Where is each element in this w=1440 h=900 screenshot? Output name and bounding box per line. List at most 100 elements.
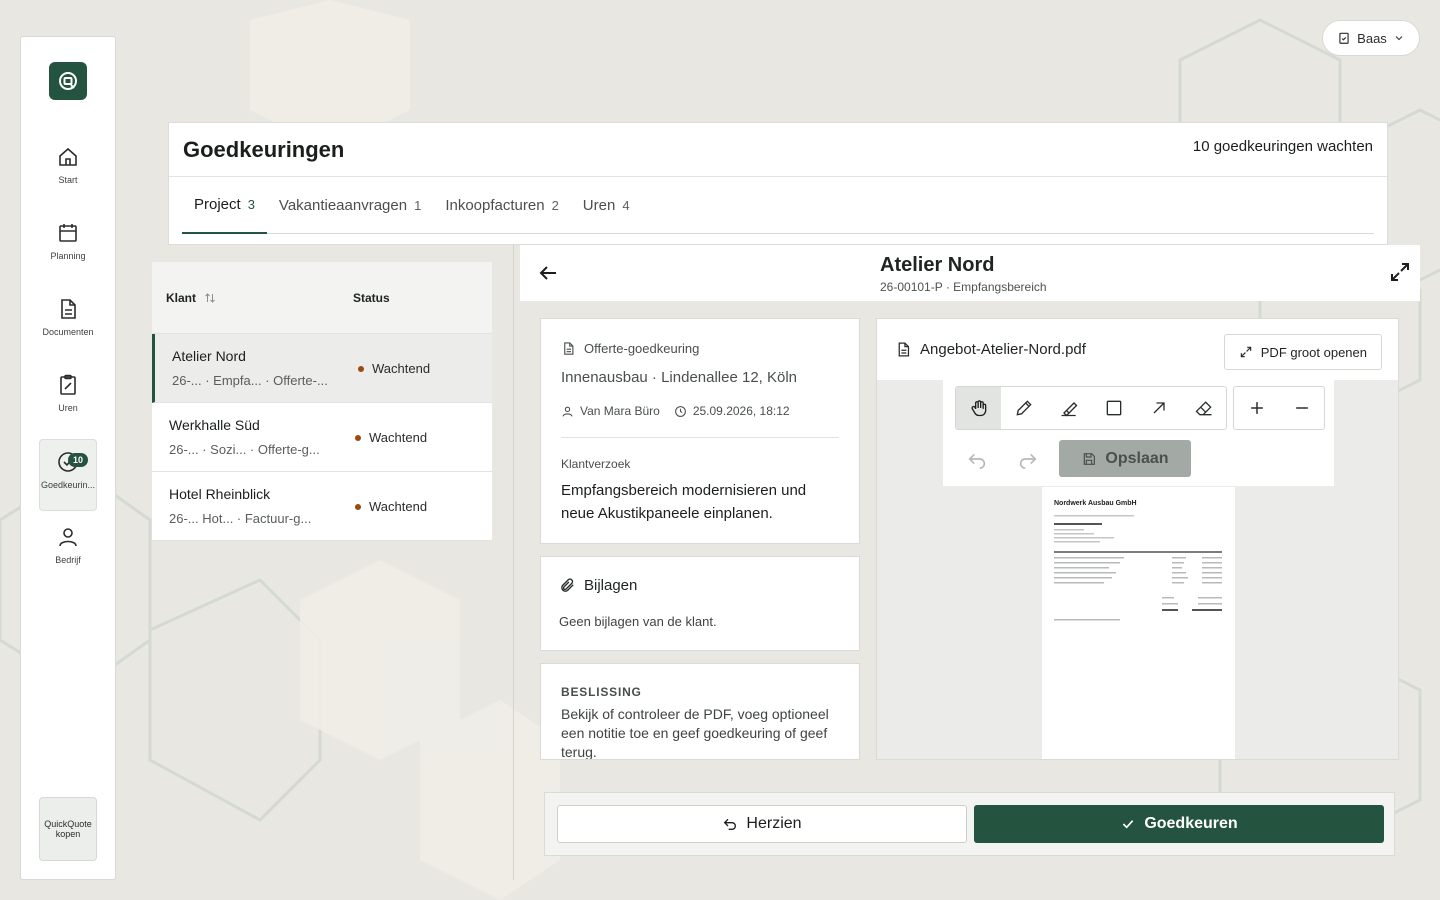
decision-card: BESLISSING Bekijk of controleer de PDF, … xyxy=(540,663,860,760)
pdf-page-company: Nordwerk Ausbau GmbH xyxy=(1054,500,1137,507)
sort-klant-header[interactable]: Klant xyxy=(166,291,216,305)
tab-label: Inkoopfacturen xyxy=(445,196,545,214)
tab-label: Project xyxy=(194,195,241,213)
plus-icon xyxy=(1250,402,1263,414)
tab-count: 4 xyxy=(622,197,630,213)
pdf-filename-label: Angebot-Atelier-Nord.pdf xyxy=(920,341,1086,358)
logo-icon xyxy=(59,72,77,90)
approval-list: Klant Status Atelier Nord 26-... · Empfa… xyxy=(152,262,492,541)
tab-inkoopfacturen[interactable]: Inkoopfacturen 2 xyxy=(433,176,570,234)
list-item[interactable]: Werkhalle Süd 26-... · Sozi... · Offerte… xyxy=(152,403,492,472)
pan-tool[interactable] xyxy=(956,387,1001,429)
approve-label: Goedkeuren xyxy=(1144,815,1238,832)
buy-quickquote-button[interactable]: QuickQuote kopen xyxy=(39,797,97,861)
client-request-label: Klantverzoek xyxy=(561,457,631,471)
review-label: Herzien xyxy=(746,815,802,832)
panel-divider xyxy=(513,245,514,880)
save-button[interactable]: Opslaan xyxy=(1059,440,1191,477)
review-button[interactable]: Herzien xyxy=(557,805,967,843)
approvals-badge: 10 xyxy=(68,453,88,467)
save-icon xyxy=(1084,452,1096,465)
request-author: Van Mara Büro xyxy=(580,404,660,418)
tab-count: 3 xyxy=(247,196,255,212)
square-icon xyxy=(1106,400,1121,416)
document-icon xyxy=(898,342,910,357)
pdf-page: Nordwerk Ausbau GmbH xyxy=(1042,487,1235,759)
open-pdf-button[interactable]: PDF groot openen xyxy=(1223,334,1382,370)
status-label: Wachtend xyxy=(369,430,428,445)
role-label: Baas xyxy=(1357,30,1387,46)
sidebar-item-start[interactable]: Start xyxy=(39,135,97,207)
sidebar-item-label: Uren xyxy=(58,403,78,413)
row-client-name: Atelier Nord xyxy=(172,348,246,364)
status-badge: Wachtend xyxy=(355,430,427,445)
list-item[interactable]: Hotel Rheinblick 26-... Hot... · Factuur… xyxy=(152,472,492,541)
status-dot xyxy=(355,503,361,510)
back-arrow-icon[interactable] xyxy=(536,261,560,285)
request-title: Innenausbau · Lindenallee 12, Köln xyxy=(561,369,798,386)
column-header-klant: Klant xyxy=(166,291,196,305)
sidebar-item-label: Start xyxy=(58,175,78,185)
row-client-name: Hotel Rheinblick xyxy=(169,486,271,502)
pdf-page-content xyxy=(1054,515,1222,621)
list-item[interactable]: Atelier Nord 26-... · Empfa... · Offerte… xyxy=(152,334,492,403)
rectangle-tool[interactable] xyxy=(1091,387,1136,429)
open-pdf-label: PDF groot openen xyxy=(1260,344,1367,360)
sidebar-item-bedrijf[interactable]: Bedrijf xyxy=(39,515,97,587)
minus-icon xyxy=(1295,407,1308,409)
sort-icon xyxy=(205,293,215,303)
undo-icon[interactable] xyxy=(965,448,989,470)
detail-subtitle: 26-00101-P · Empfangsbereich xyxy=(880,280,1047,294)
sidebar-item-label: Documenten xyxy=(42,327,94,337)
user-icon xyxy=(562,406,573,417)
sidebar: Start Planning Documenten Uren 10 Goedke… xyxy=(20,36,116,880)
undo-icon xyxy=(724,818,737,830)
zoom-in-button[interactable] xyxy=(1234,387,1279,429)
highlight-tool[interactable] xyxy=(1046,387,1091,429)
request-card: Offerte-goedkeuring Innenausbau · Linden… xyxy=(540,318,860,544)
eraser-tool[interactable] xyxy=(1181,387,1226,429)
status-badge: Wachtend xyxy=(358,361,430,376)
page-title: Goedkeuringen xyxy=(183,137,345,162)
sidebar-item-label: Goedkeurin... xyxy=(40,480,96,490)
decision-label: BESLISSING xyxy=(561,685,642,699)
column-header-status: Status xyxy=(353,291,390,305)
tab-vakantieaanvragen[interactable]: Vakantieaanvragen 1 xyxy=(267,176,433,234)
tab-uren[interactable]: Uren 4 xyxy=(571,176,642,234)
request-meta: Van Mara Büro 25.09.2026, 18:12 xyxy=(561,404,790,418)
pending-count: 10 goedkeuringen wachten xyxy=(1192,138,1373,155)
sidebar-item-planning[interactable]: Planning xyxy=(39,211,97,283)
paperclip-icon xyxy=(561,578,574,592)
sidebar-item-uren[interactable]: Uren xyxy=(39,363,97,435)
clipboard-icon xyxy=(60,374,76,395)
zoom-out-button[interactable] xyxy=(1279,387,1324,429)
detail-title: Atelier Nord xyxy=(880,254,995,276)
clock-icon xyxy=(674,405,686,417)
approve-button[interactable]: Goedkeuren xyxy=(974,805,1384,843)
user-icon xyxy=(59,528,77,547)
role-switcher[interactable]: Baas xyxy=(1322,20,1420,56)
attachments-title: Bijlagen xyxy=(559,577,637,594)
sidebar-item-goedkeuringen[interactable]: 10 Goedkeurin... xyxy=(39,439,97,511)
pdf-filename: Angebot-Atelier-Nord.pdf xyxy=(895,341,1086,358)
attachments-empty: Geen bijlagen van de klant. xyxy=(559,614,717,629)
hand-icon xyxy=(970,400,986,417)
arrow-up-right-icon xyxy=(1153,402,1165,414)
arrow-tool[interactable] xyxy=(1136,387,1181,429)
sidebar-item-documenten[interactable]: Documenten xyxy=(39,287,97,359)
app-logo[interactable] xyxy=(49,62,87,100)
tab-label: Uren xyxy=(582,196,616,214)
tab-label: Vakantieaanvragen xyxy=(278,196,408,214)
attachments-label: Bijlagen xyxy=(584,577,638,594)
calendar-icon xyxy=(59,224,77,242)
expand-icon[interactable] xyxy=(1388,260,1412,284)
home-icon xyxy=(59,147,77,166)
tab-count: 1 xyxy=(414,197,422,213)
status-dot xyxy=(355,434,361,441)
pen-tool[interactable] xyxy=(1001,387,1046,429)
tab-project[interactable]: Project 3 xyxy=(182,176,267,234)
status-label: Wachtend xyxy=(372,361,431,376)
request-type: Offerte-goedkeuring xyxy=(561,341,699,356)
redo-icon[interactable] xyxy=(1016,448,1040,470)
attachments-card: Bijlagen Geen bijlagen van de klant. xyxy=(540,556,860,651)
